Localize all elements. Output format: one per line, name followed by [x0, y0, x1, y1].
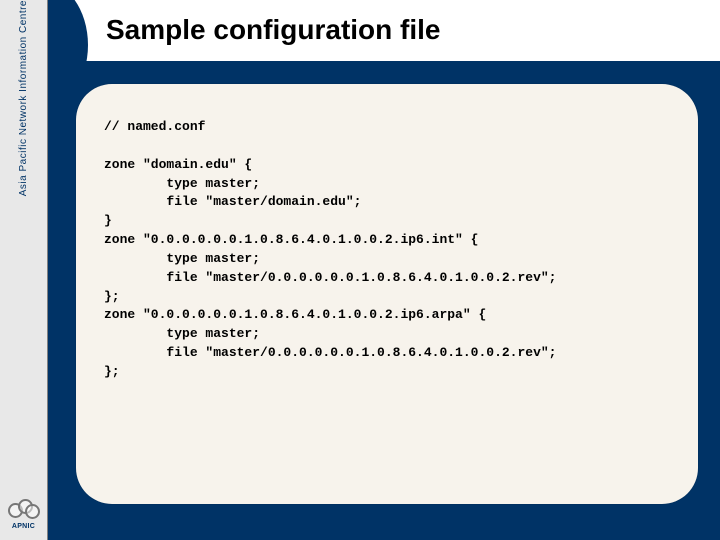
logo-text: APNIC [12, 523, 35, 530]
code-line: }; [104, 289, 120, 304]
title-notch-decoration [48, 0, 88, 64]
code-line: type master; [104, 326, 260, 341]
code-line: type master; [104, 251, 260, 266]
code-line: file "master/0.0.0.0.0.0.1.0.8.6.4.0.1.0… [104, 270, 556, 285]
code-line: // named.conf [104, 119, 205, 134]
content-box: // named.conf zone "domain.edu" { type m… [76, 84, 698, 504]
title-bar: Sample configuration file [48, 0, 720, 64]
sidebar: Asia Pacific Network Information Centre … [0, 0, 48, 540]
code-line: }; [104, 364, 120, 379]
code-line: type master; [104, 176, 260, 191]
main-area: Sample configuration file // named.conf … [48, 0, 720, 540]
code-line: file "master/domain.edu"; [104, 194, 361, 209]
code-line: zone "0.0.0.0.0.0.1.0.8.6.4.0.1.0.0.2.ip… [104, 307, 486, 322]
code-line: zone "0.0.0.0.0.0.1.0.8.6.4.0.1.0.0.2.ip… [104, 232, 478, 247]
code-line: } [104, 213, 112, 228]
slide-title: Sample configuration file [106, 14, 720, 46]
code-line: file "master/0.0.0.0.0.0.1.0.8.6.4.0.1.0… [104, 345, 556, 360]
code-block: // named.conf zone "domain.edu" { type m… [104, 118, 670, 382]
content-area: // named.conf zone "domain.edu" { type m… [48, 64, 720, 540]
apnic-logo: APNIC [4, 499, 44, 540]
logo-rings-icon [8, 499, 40, 519]
sidebar-org-text: Asia Pacific Network Information Centre [18, 0, 29, 236]
code-line: zone "domain.edu" { [104, 157, 252, 172]
